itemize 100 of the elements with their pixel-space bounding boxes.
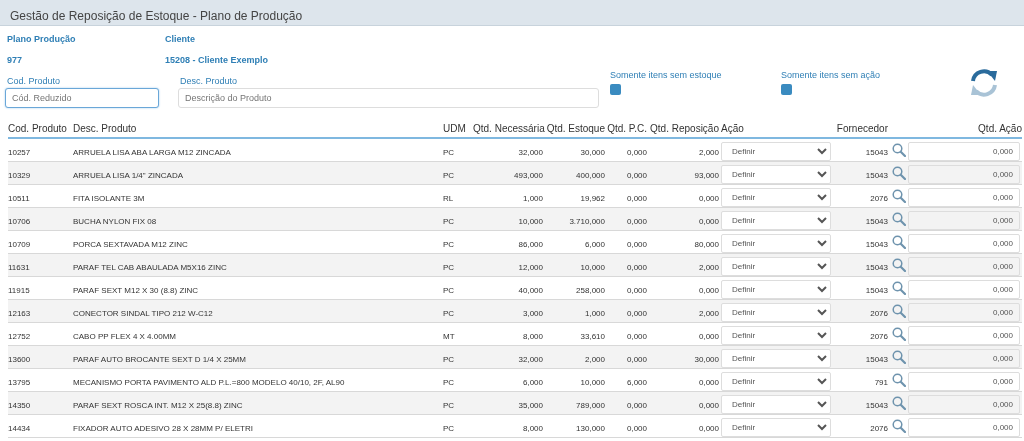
search-icon[interactable] bbox=[892, 396, 906, 410]
action-dropdown[interactable]: Definir bbox=[721, 187, 831, 207]
action-dropdown[interactable]: Definir bbox=[721, 371, 831, 391]
quantity-field[interactable]: 0,000 bbox=[908, 141, 1020, 161]
search-icon[interactable] bbox=[892, 235, 906, 249]
table-cell-text: CABO PP FLEX 4 X 4.00MM bbox=[72, 330, 177, 341]
column-header: Qtd. Necessária bbox=[473, 122, 543, 134]
action-dropdown[interactable]: Definir bbox=[721, 302, 831, 322]
column-header: Qtd. P.C. bbox=[606, 122, 647, 134]
table-cell-text: ARRUELA LISA 1/4" ZINCADA bbox=[72, 169, 184, 180]
action-dropdown[interactable]: Definir bbox=[721, 233, 831, 253]
action-dropdown[interactable]: Definir bbox=[721, 256, 831, 276]
table-cell-text: ARRUELA LISA ABA LARGA M12 ZINCADA bbox=[72, 146, 232, 157]
table-cell-text: 0,000 bbox=[697, 399, 719, 410]
table-cell-text: 33,610 bbox=[579, 330, 605, 341]
quantity-field[interactable]: 0,000 bbox=[908, 417, 1020, 437]
table-cell-text: PC bbox=[443, 307, 456, 318]
quantity-field[interactable]: 0,000 bbox=[908, 302, 1020, 322]
table-cell-text: PC bbox=[443, 422, 456, 433]
action-dropdown[interactable]: Definir bbox=[721, 325, 831, 345]
action-dropdown[interactable]: Definir bbox=[721, 279, 831, 299]
quantity-field[interactable]: 0,000 bbox=[908, 279, 1020, 299]
search-icon[interactable] bbox=[892, 327, 906, 341]
search-icon[interactable] bbox=[892, 419, 906, 433]
info-label: Cliente bbox=[165, 34, 196, 45]
action-dropdown[interactable]: Definir bbox=[721, 164, 831, 184]
quantity-field[interactable]: 0,000 bbox=[908, 187, 1020, 207]
quantity-field[interactable]: 0,000 bbox=[908, 210, 1020, 230]
table-cell-text: 10329 bbox=[8, 169, 32, 180]
search-icon[interactable] bbox=[892, 304, 906, 318]
quantity-field[interactable]: 0,000 bbox=[908, 348, 1020, 368]
column-header: UDM bbox=[443, 122, 467, 134]
search-icon[interactable] bbox=[892, 350, 906, 364]
quantity-field[interactable]: 0,000 bbox=[908, 233, 1020, 253]
quantity-field[interactable]: 0,000 bbox=[908, 394, 1020, 414]
table-cell-text: 15043 bbox=[864, 169, 888, 180]
search-icon[interactable] bbox=[892, 143, 906, 157]
refresh-icon[interactable] bbox=[970, 68, 998, 98]
action-dropdown[interactable]: Definir bbox=[721, 394, 831, 414]
table-cell-text: 0,000 bbox=[697, 284, 719, 295]
table-cell-text: 0,000 bbox=[625, 284, 647, 295]
table-cell-text: 2,000 bbox=[697, 261, 719, 272]
table-cell-text: MT bbox=[443, 330, 456, 341]
quantity-field[interactable]: 0,000 bbox=[908, 256, 1020, 276]
table-cell-text: 0,000 bbox=[697, 376, 719, 387]
search-icon[interactable] bbox=[892, 166, 906, 180]
table-cell-text: PC bbox=[443, 399, 456, 410]
table-cell-text: 0,000 bbox=[697, 422, 719, 433]
table-cell-text: 130,000 bbox=[575, 422, 605, 433]
table-cell-text: RL bbox=[443, 192, 455, 203]
column-header: Cod. Produto bbox=[8, 122, 68, 134]
table-cell-text: 15043 bbox=[864, 399, 888, 410]
search-icon[interactable] bbox=[892, 212, 906, 226]
table-cell-text: 32,000 bbox=[517, 353, 543, 364]
info-label: Plano Produção bbox=[7, 34, 77, 45]
table-cell-text: 10709 bbox=[8, 238, 32, 249]
table-cell-text: 10706 bbox=[8, 215, 32, 226]
column-header: Fornecedor bbox=[835, 122, 888, 134]
column-header: Qtd. Estoque bbox=[545, 122, 605, 134]
action-dropdown[interactable]: Definir bbox=[721, 141, 831, 161]
table-cell-text: 2,000 bbox=[583, 353, 605, 364]
table-cell-text: CONECTOR SINDAL TIPO 212 W-C12 bbox=[72, 307, 214, 318]
table-cell-text: 10,000 bbox=[579, 376, 605, 387]
quantity-field[interactable]: 0,000 bbox=[908, 371, 1020, 391]
table-cell-text: PC bbox=[443, 353, 456, 364]
table-cell-text: 15043 bbox=[864, 261, 888, 272]
search-icon[interactable] bbox=[892, 189, 906, 203]
table-cell-text: 10,000 bbox=[579, 261, 605, 272]
table-cell-text: 789,000 bbox=[575, 399, 605, 410]
table-cell-text: 3.710,000 bbox=[568, 215, 605, 226]
quantity-field[interactable]: 0,000 bbox=[908, 325, 1020, 345]
table-cell-text: 0,000 bbox=[625, 307, 647, 318]
table-cell-text: PC bbox=[443, 284, 456, 295]
info-value: 15208 - Cliente Exemplo bbox=[165, 55, 270, 66]
table-cell-text: 10511 bbox=[8, 192, 31, 203]
checkbox[interactable] bbox=[781, 84, 792, 95]
table-cell-text: BUCHA NYLON FIX 08 bbox=[72, 215, 158, 226]
table-cell-text: 15043 bbox=[864, 284, 888, 295]
table-cell-text: 2076 bbox=[869, 307, 888, 318]
table-cell-text: 12752 bbox=[8, 330, 32, 341]
quantity-field[interactable]: 0,000 bbox=[908, 164, 1020, 184]
table-cell-text: 10257 bbox=[8, 146, 32, 157]
table-cell-text: PC bbox=[443, 376, 456, 387]
action-dropdown[interactable]: Definir bbox=[721, 348, 831, 368]
input-field[interactable]: Cód. Reduzido bbox=[5, 88, 159, 108]
action-dropdown[interactable]: Definir bbox=[721, 210, 831, 230]
search-icon[interactable] bbox=[892, 373, 906, 387]
table-cell-text: FIXADOR AUTO ADESIVO 28 X 28MM P/ ELETRI bbox=[72, 422, 254, 433]
table-cell-text: 30,000 bbox=[579, 146, 605, 157]
checkbox[interactable] bbox=[610, 84, 621, 95]
search-icon[interactable] bbox=[892, 258, 906, 272]
table-cell-text: 6,000 bbox=[625, 376, 647, 387]
table-cell-text: 0,000 bbox=[625, 261, 647, 272]
action-dropdown[interactable]: Definir bbox=[721, 417, 831, 437]
table-cell-text: 30,000 bbox=[693, 353, 719, 364]
table-cell-text: 0,000 bbox=[625, 422, 647, 433]
table-cell-text: 1,000 bbox=[521, 192, 543, 203]
table-cell-text: PARAF SEXT M12 X 30 (8.8) ZINC bbox=[72, 284, 200, 295]
table-cell-text: 3,000 bbox=[521, 307, 543, 318]
search-icon[interactable] bbox=[892, 281, 906, 295]
